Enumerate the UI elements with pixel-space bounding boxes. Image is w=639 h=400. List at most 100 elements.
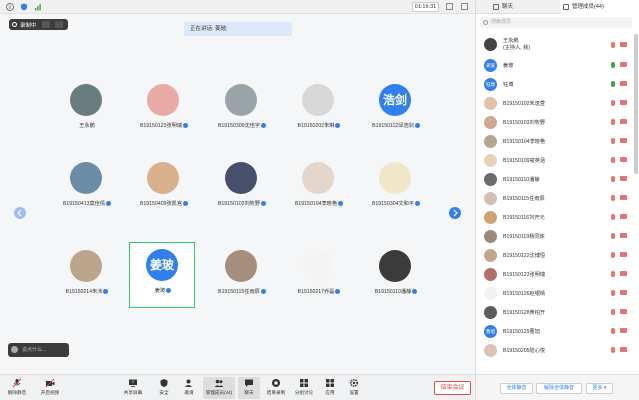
camera-off-icon[interactable] — [620, 290, 627, 295]
camera-off-icon[interactable] — [620, 252, 627, 257]
participant-tile[interactable]: B19150104李晓艳 — [286, 156, 352, 220]
participant-tile[interactable]: B19150103刘牧野 — [209, 156, 275, 220]
layout-icon[interactable] — [446, 3, 453, 10]
member-row[interactable]: B19150103刘牧野 — [476, 113, 634, 131]
tab-chat[interactable]: 聊天 — [490, 0, 560, 14]
participant-tile[interactable]: B19150115任雨辰 — [209, 244, 275, 308]
quick-chat-input[interactable]: 说点什么... — [8, 343, 69, 357]
stop-recording-button[interactable] — [54, 21, 63, 28]
member-row[interactable]: 姜玻 姜玻 — [476, 56, 634, 74]
member-row[interactable]: B19150115任雨辰 — [476, 189, 634, 207]
camera-off-icon[interactable] — [620, 328, 627, 333]
participant-tile[interactable]: 王永鹏 — [54, 78, 120, 142]
tab-chat-label: 聊天 — [502, 4, 514, 10]
settings-button[interactable]: 设置 — [340, 377, 368, 399]
mic-on-icon[interactable] — [611, 62, 615, 68]
participant-tile[interactable]: 姜玻 姜玻 — [129, 242, 195, 308]
member-row[interactable]: B19150123张明瑞 — [476, 265, 634, 283]
camera-off-icon[interactable] — [620, 62, 627, 67]
mic-muted-icon[interactable] — [611, 119, 615, 125]
mic-muted-icon[interactable] — [611, 328, 615, 334]
member-row[interactable]: B19150126赵银晴 — [476, 284, 634, 302]
start-video-button[interactable]: 开启视频 — [36, 377, 64, 399]
member-name: B19150103刘牧野 — [503, 120, 546, 126]
member-row[interactable]: B19150205陆心悦 — [476, 341, 634, 359]
camera-off-icon[interactable] — [620, 271, 627, 276]
camera-off-icon[interactable] — [620, 233, 627, 238]
mic-muted-icon[interactable] — [611, 347, 615, 353]
members-icon — [214, 379, 224, 387]
mic-muted-icon[interactable] — [611, 252, 615, 258]
mic-muted-icon[interactable] — [611, 233, 615, 239]
participant-tile[interactable]: 浩剑 B19150112邱浩剑 — [363, 78, 429, 142]
end-meeting-button[interactable]: 结束会议 — [434, 381, 471, 395]
member-row[interactable]: B19150104李晓艳 — [476, 132, 634, 150]
camera-off-icon[interactable] — [620, 100, 627, 105]
fullscreen-icon[interactable] — [461, 3, 468, 10]
tab-members[interactable]: 管理成员(44) — [560, 0, 639, 14]
invite-button[interactable]: 邀请 — [175, 377, 203, 399]
participant-name-text: 姜玻 — [154, 288, 166, 294]
participant-tile[interactable]: B19150409张凯宫 — [131, 156, 197, 220]
participant-tile[interactable]: B19150202朱琳 — [286, 78, 352, 142]
mic-muted-icon[interactable] — [611, 157, 615, 163]
camera-off-icon[interactable] — [620, 347, 627, 352]
camera-off-icon[interactable] — [620, 138, 627, 143]
mute-all-button[interactable]: 全体静音 — [500, 383, 533, 394]
camera-off-icon[interactable] — [620, 214, 627, 219]
prev-page-button[interactable] — [14, 207, 26, 219]
signal-icon[interactable] — [34, 3, 42, 11]
mic-muted-icon[interactable] — [611, 309, 615, 315]
more-button[interactable]: 更多 ▾ — [586, 383, 613, 394]
camera-off-icon[interactable] — [620, 309, 627, 314]
share-screen-button[interactable]: 共享屏幕 — [119, 377, 147, 399]
participant-tile[interactable]: B19150413莫佳倩 — [54, 156, 120, 220]
participant-tile[interactable]: B19150123张明瑞 — [131, 78, 197, 142]
breakout-rooms-button[interactable]: 分组讨论 — [290, 377, 318, 399]
member-row[interactable]: B19150119杨同炼 — [476, 227, 634, 245]
security-button[interactable]: 安全 — [150, 377, 178, 399]
mic-muted-icon[interactable] — [611, 195, 615, 201]
participant-tile[interactable]: B19150217乔磊 — [286, 244, 352, 308]
member-row[interactable]: B19150110潘静 — [476, 170, 634, 188]
camera-off-icon[interactable] — [620, 195, 627, 200]
participant-tile[interactable]: B19150110潘静 — [363, 244, 429, 308]
mic-on-icon[interactable] — [611, 81, 615, 87]
info-icon[interactable] — [6, 3, 14, 11]
participant-tile[interactable]: B19150214朱沛 — [54, 244, 120, 308]
camera-off-icon[interactable] — [620, 176, 627, 181]
mic-muted-icon[interactable] — [611, 214, 615, 220]
camera-off-icon[interactable] — [620, 119, 627, 124]
member-row[interactable]: B19150116刘开元 — [476, 208, 634, 226]
mic-muted-icon[interactable] — [611, 100, 615, 106]
member-search-input[interactable]: 搜索成员 — [480, 17, 632, 28]
mic-muted-icon[interactable] — [611, 271, 615, 277]
pause-recording-button[interactable] — [41, 21, 50, 28]
unmute-all-button[interactable]: 解除全体静音 — [536, 383, 582, 394]
mic-muted-icon[interactable] — [611, 42, 615, 48]
member-row[interactable]: B19150109寇英涵 — [476, 151, 634, 169]
member-row[interactable]: 曹旭 B19150129曹旭 — [476, 322, 634, 340]
participant-tile[interactable]: B19150304文和平 — [363, 156, 429, 220]
shield-icon[interactable] — [20, 3, 28, 11]
participant-tile[interactable]: B19150309沈佳宇 — [209, 78, 275, 142]
manage-members-button[interactable]: 管理成员(44) — [203, 377, 235, 399]
participant-name: B19150217乔磊 — [286, 288, 352, 295]
member-row[interactable]: 钰博 钰博 — [476, 75, 634, 93]
member-row[interactable]: B19150102朱逸萱 — [476, 94, 634, 112]
mic-muted-icon[interactable] — [611, 176, 615, 182]
stop-recording-toolbar-button[interactable]: 结束录制 — [262, 377, 290, 399]
chat-button[interactable]: 聊天 — [238, 377, 260, 399]
mic-muted-icon[interactable] — [611, 138, 615, 144]
member-row-host[interactable]: 王永鹏 (主持人, 我) — [476, 34, 634, 56]
camera-off-icon[interactable] — [620, 81, 627, 86]
mic-muted-icon[interactable] — [611, 290, 615, 296]
next-page-button[interactable] — [449, 207, 461, 219]
camera-off-icon[interactable] — [620, 157, 627, 162]
unmute-button[interactable]: 解除静音 — [3, 377, 31, 399]
member-list-scrollbar[interactable] — [634, 34, 638, 174]
member-row[interactable]: B19150122沈博恒 — [476, 246, 634, 264]
emoji-icon[interactable] — [11, 346, 18, 353]
camera-off-icon[interactable] — [620, 42, 627, 47]
member-row[interactable]: B19150128黄柏开 — [476, 303, 634, 321]
